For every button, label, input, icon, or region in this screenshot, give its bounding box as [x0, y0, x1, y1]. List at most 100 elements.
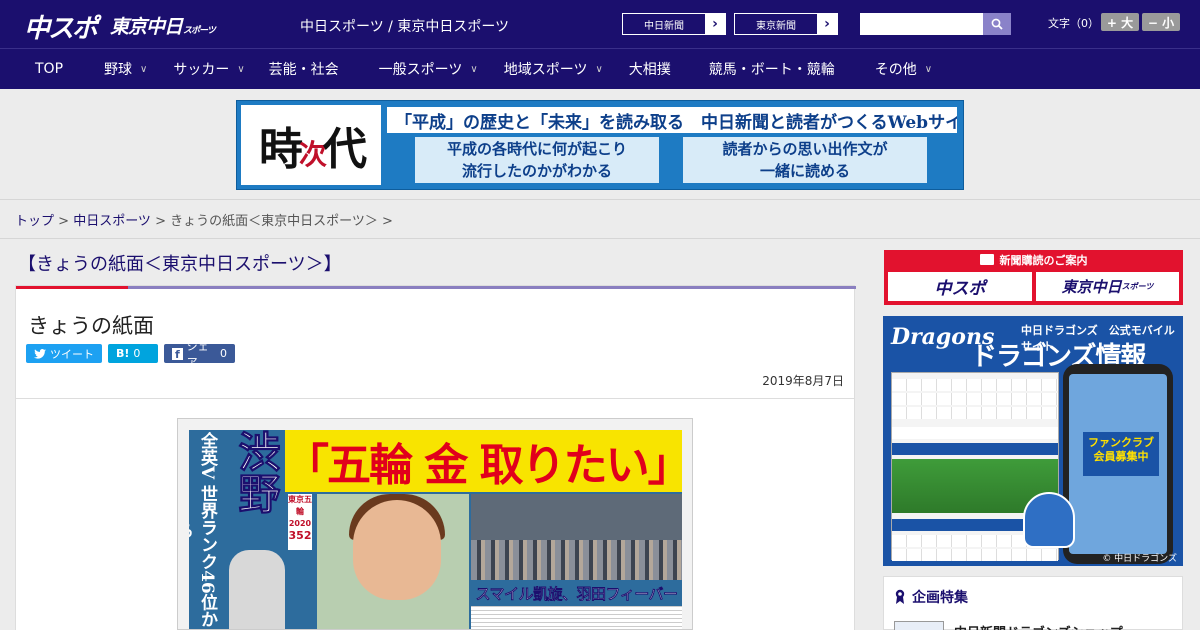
site-title: 中日スポーツ / 東京中日スポーツ	[300, 19, 510, 35]
search-input[interactable]	[860, 13, 983, 35]
feature-box: 企画特集 中日新聞ドラゴンズショップ	[883, 576, 1183, 630]
breadcrumb-home[interactable]: トップ	[15, 214, 54, 229]
chevron-down-icon: ∨	[595, 63, 603, 75]
feature-item-dragons-shop[interactable]: 中日新聞ドラゴンズショップ	[894, 621, 1123, 630]
dragons-mobile-banner[interactable]: Dragons 中日ドラゴンズ 公式モバイルサイト ドラゴンズ情報 ファンクラブ…	[883, 316, 1183, 566]
breadcrumb-section[interactable]: 中日スポーツ	[73, 214, 151, 229]
font-smaller-button[interactable]: − 小	[1142, 13, 1180, 31]
jidai-banner[interactable]: 時次代 「平成」の歴史と「未来」を読み取る 中日新聞と読者がつくるWebサイト …	[236, 100, 964, 190]
breadcrumb-separator: >	[150, 214, 171, 229]
nav-label: 芸能・社会	[268, 62, 339, 78]
font-larger-button[interactable]: + 大	[1101, 13, 1139, 31]
tokyo-chunichi-logo[interactable]: 東京中日スポーツ	[110, 12, 216, 39]
banner-box-line: 読者からの思い出作文が	[722, 140, 888, 158]
subscribe-tokyo-small: スポーツ	[1121, 282, 1154, 291]
olympic-countdown-badge: 東京五輪 2020 352	[288, 494, 312, 550]
crowd-photo	[471, 540, 682, 582]
banner-kanji-mid: 次	[298, 138, 327, 171]
chevron-down-icon: ∨	[924, 63, 933, 75]
search-button[interactable]	[983, 13, 1011, 35]
tokyo-logo-text: 東京中日	[110, 16, 183, 38]
nav-label: 競馬・ボート・競輪	[708, 62, 835, 78]
card-top-bar	[16, 286, 856, 289]
breadcrumb: トップ > 中日スポーツ > きょうの紙面＜東京中日スポーツ＞ >	[15, 210, 393, 229]
tokyo-shimbun-link[interactable]: 東京新聞 ›	[734, 13, 838, 35]
breadcrumb-separator: >	[54, 214, 74, 229]
twitter-bird-icon	[34, 348, 46, 359]
shop-thumbnail	[894, 621, 944, 630]
score-row	[892, 379, 1058, 391]
banner-kanji-top: 時	[258, 124, 303, 175]
banner-box-line: 平成の各時代に何が起こり	[446, 140, 627, 158]
score-row	[892, 407, 1058, 419]
feature-item-label: 中日新聞ドラゴンズショップ	[954, 622, 1123, 630]
chevron-down-icon: ∨	[237, 63, 245, 75]
nav-label: 野球	[104, 62, 133, 78]
banner-box-history: 平成の各時代に何が起こり 流行したのかがわかる	[415, 137, 659, 183]
banner-kanji-end: 代	[323, 124, 367, 175]
subscribe-tokyo-label: 東京中日	[1061, 278, 1122, 296]
breadcrumb-trail: >	[377, 214, 393, 229]
card-top-bar-accent	[16, 286, 128, 289]
front-page-headline: 「五輪 金 取りたい」	[285, 430, 682, 492]
subscribe-chuspo[interactable]: 中スポ	[888, 272, 1032, 301]
golfer-face	[353, 500, 441, 600]
article-date: 2019年8月7日	[762, 374, 844, 388]
nav-item-top[interactable]: TOP	[35, 49, 63, 89]
nav-label: 大相撲	[628, 62, 671, 78]
article-header-card: きょうの紙面 ツイート B! 0 f シェア 0 2019年8月7日	[15, 285, 856, 399]
nav-item-other[interactable]: その他 ∨	[875, 49, 932, 89]
chuspo-logo[interactable]: 中スポ	[24, 8, 98, 45]
score-row	[892, 443, 1058, 455]
nav-item-soccer[interactable]: サッカー ∨	[173, 49, 244, 89]
article-title: きょうの紙面	[28, 314, 154, 338]
font-size-label: 文字（0）	[1048, 17, 1099, 30]
subscription-head-label: 新聞購読のご案内	[999, 253, 1088, 267]
section-title: 【きょうの紙面＜東京中日スポーツ＞】	[18, 254, 342, 275]
front-page-body-text	[471, 606, 682, 629]
score-row	[892, 549, 1058, 561]
subscription-head: 新聞購読のご案内	[884, 250, 1183, 269]
feature-title: 企画特集	[894, 587, 968, 607]
hatena-count: 0	[133, 347, 141, 360]
breadcrumb-current: きょうの紙面＜東京中日スポーツ＞	[170, 214, 378, 229]
front-page-content: 全英V 世界ランク46位から 渋野 「五輪 金 取りたい」 東京五輪 2020 …	[189, 430, 682, 629]
hatena-icon: B!	[116, 347, 130, 360]
site-header: 中スポ 東京中日スポーツ 中日スポーツ / 東京中日スポーツ 中日新聞 › 東京…	[0, 0, 1200, 48]
front-page-side-text: 全英V 世界ランク46位から	[189, 432, 217, 628]
nav-label: 一般スポーツ	[378, 62, 463, 78]
nav-item-local-sports[interactable]: 地域スポーツ ∨	[504, 49, 603, 89]
subscription-banner[interactable]: 新聞購読のご案内 中スポ 東京中日 スポーツ	[884, 250, 1183, 305]
newspaper-icon	[979, 254, 994, 265]
subscribe-tokyo-chunichi[interactable]: 東京中日 スポーツ	[1036, 272, 1179, 301]
banner-box-line: 一緒に読める	[759, 162, 850, 180]
chevron-down-icon: ∨	[470, 63, 478, 75]
score-row	[892, 427, 1058, 439]
ribbon-icon	[895, 589, 905, 604]
nav-label: 地域スポーツ	[503, 62, 588, 78]
nav-item-sumo[interactable]: 大相撲	[629, 49, 671, 89]
nav-item-general-sports[interactable]: 一般スポーツ ∨	[379, 49, 478, 89]
tokyo-shimbun-label: 東京新聞	[756, 20, 796, 32]
tweet-button[interactable]: ツイート	[26, 344, 102, 363]
banner-box-line: 流行したのかがわかる	[461, 162, 612, 180]
facebook-share-label: シェア	[186, 339, 209, 369]
banner-headline: 「平成」の歴史と「未来」を読み取る 中日新聞と読者がつくるWebサイト	[387, 107, 957, 133]
badge-line: 352	[288, 529, 312, 542]
chunichi-shimbun-label: 中日新聞	[644, 20, 684, 32]
nav-item-entertainment[interactable]: 芸能・社会	[269, 49, 339, 89]
chevron-down-icon: ∨	[140, 63, 148, 75]
nav-item-racing[interactable]: 競馬・ボート・競輪	[709, 49, 835, 89]
front-page-name: 渋野	[232, 430, 282, 515]
tweet-label: ツイート	[50, 347, 94, 361]
mascot-graphic	[1023, 492, 1075, 548]
banner-box-memories: 読者からの思い出作文が 一緒に読める	[683, 137, 927, 183]
divider	[0, 238, 1200, 239]
chunichi-shimbun-link[interactable]: 中日新聞 ›	[622, 13, 726, 35]
nav-item-baseball[interactable]: 野球 ∨	[104, 49, 147, 89]
fanclub-badge: ファンクラブ会員募集中	[1083, 432, 1159, 476]
main-nav: TOP 野球 ∨ サッカー ∨ 芸能・社会 一般スポーツ ∨ 地域スポーツ ∨ 大相撲 …	[0, 48, 1200, 89]
front-page-image[interactable]: 全英V 世界ランク46位から 渋野 「五輪 金 取りたい」 東京五輪 2020 …	[177, 418, 693, 630]
hatena-bookmark-button[interactable]: B! 0	[108, 344, 158, 363]
facebook-share-button[interactable]: f シェア 0	[164, 340, 235, 369]
